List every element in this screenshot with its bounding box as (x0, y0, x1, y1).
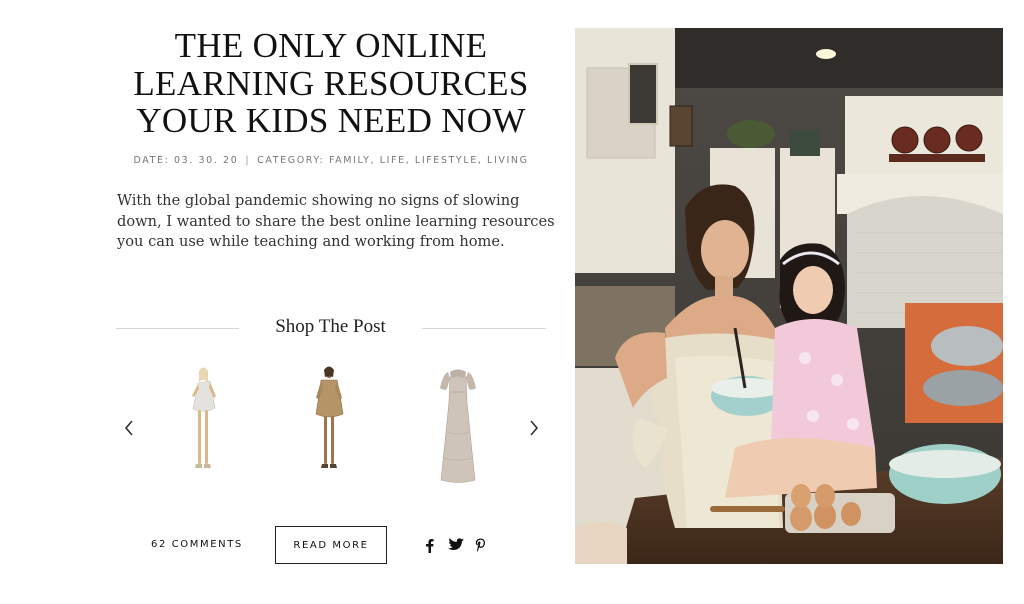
carousel-next-button[interactable] (524, 416, 544, 440)
read-more-label: READ MORE (293, 539, 369, 551)
shop-product-3[interactable] (418, 362, 498, 492)
facebook-icon (426, 538, 434, 553)
carousel-prev-button[interactable] (119, 416, 139, 440)
divider (422, 328, 546, 329)
chevron-left-icon (124, 420, 133, 436)
post-date: DATE: 03. 30. 20 (133, 155, 239, 166)
post-title[interactable]: THE ONLY ONLINE LEARNING RESOURCES YOUR … (116, 27, 546, 140)
read-more-button[interactable]: READ MORE (275, 526, 387, 564)
shop-the-post-header: Shop The Post (116, 316, 546, 340)
excerpt-line: you can use while teaching and working f… (117, 233, 505, 250)
shop-product-1[interactable] (162, 362, 242, 492)
hero-photo[interactable] (575, 28, 1003, 564)
twitter-icon (447, 538, 464, 550)
post-meta: DATE: 03. 30. 20 | CATEGORY: FAMILY, LIFE,… (116, 155, 546, 166)
meta-separator: | (245, 155, 251, 166)
dress-product-image (440, 369, 476, 483)
post-title-line[interactable]: LEARNING RESOURCES (116, 64, 546, 103)
kitchen-photo-image (575, 28, 1003, 564)
post-title-line[interactable]: THE ONLY ONLINE (116, 27, 546, 65)
shop-heading: Shop The Post (275, 316, 386, 337)
post-column: THE ONLY ONLINE LEARNING RESOURCES YOUR … (116, 0, 555, 604)
share-pinterest-button[interactable] (475, 536, 486, 554)
post-excerpt: With the global pandemic showing no sign… (117, 191, 555, 253)
chevron-right-icon (530, 420, 539, 436)
dress-product-image (315, 366, 344, 468)
pinterest-icon (475, 538, 485, 552)
dress-product-image (192, 367, 216, 468)
post-categories[interactable]: CATEGORY: FAMILY, LIFE, LIFESTYLE, LIVIN… (257, 155, 528, 166)
excerpt-line: down, I wanted to share the best online … (117, 212, 555, 230)
share-twitter-button[interactable] (447, 536, 464, 554)
shop-product-2[interactable] (289, 362, 369, 492)
comments-link[interactable]: 62 COMMENTS (151, 539, 243, 550)
excerpt-line: With the global pandemic showing no sign… (117, 192, 520, 209)
post-title-line[interactable]: YOUR KIDS NEED NOW (116, 102, 546, 140)
share-facebook-button[interactable] (425, 536, 434, 554)
divider (116, 328, 239, 329)
